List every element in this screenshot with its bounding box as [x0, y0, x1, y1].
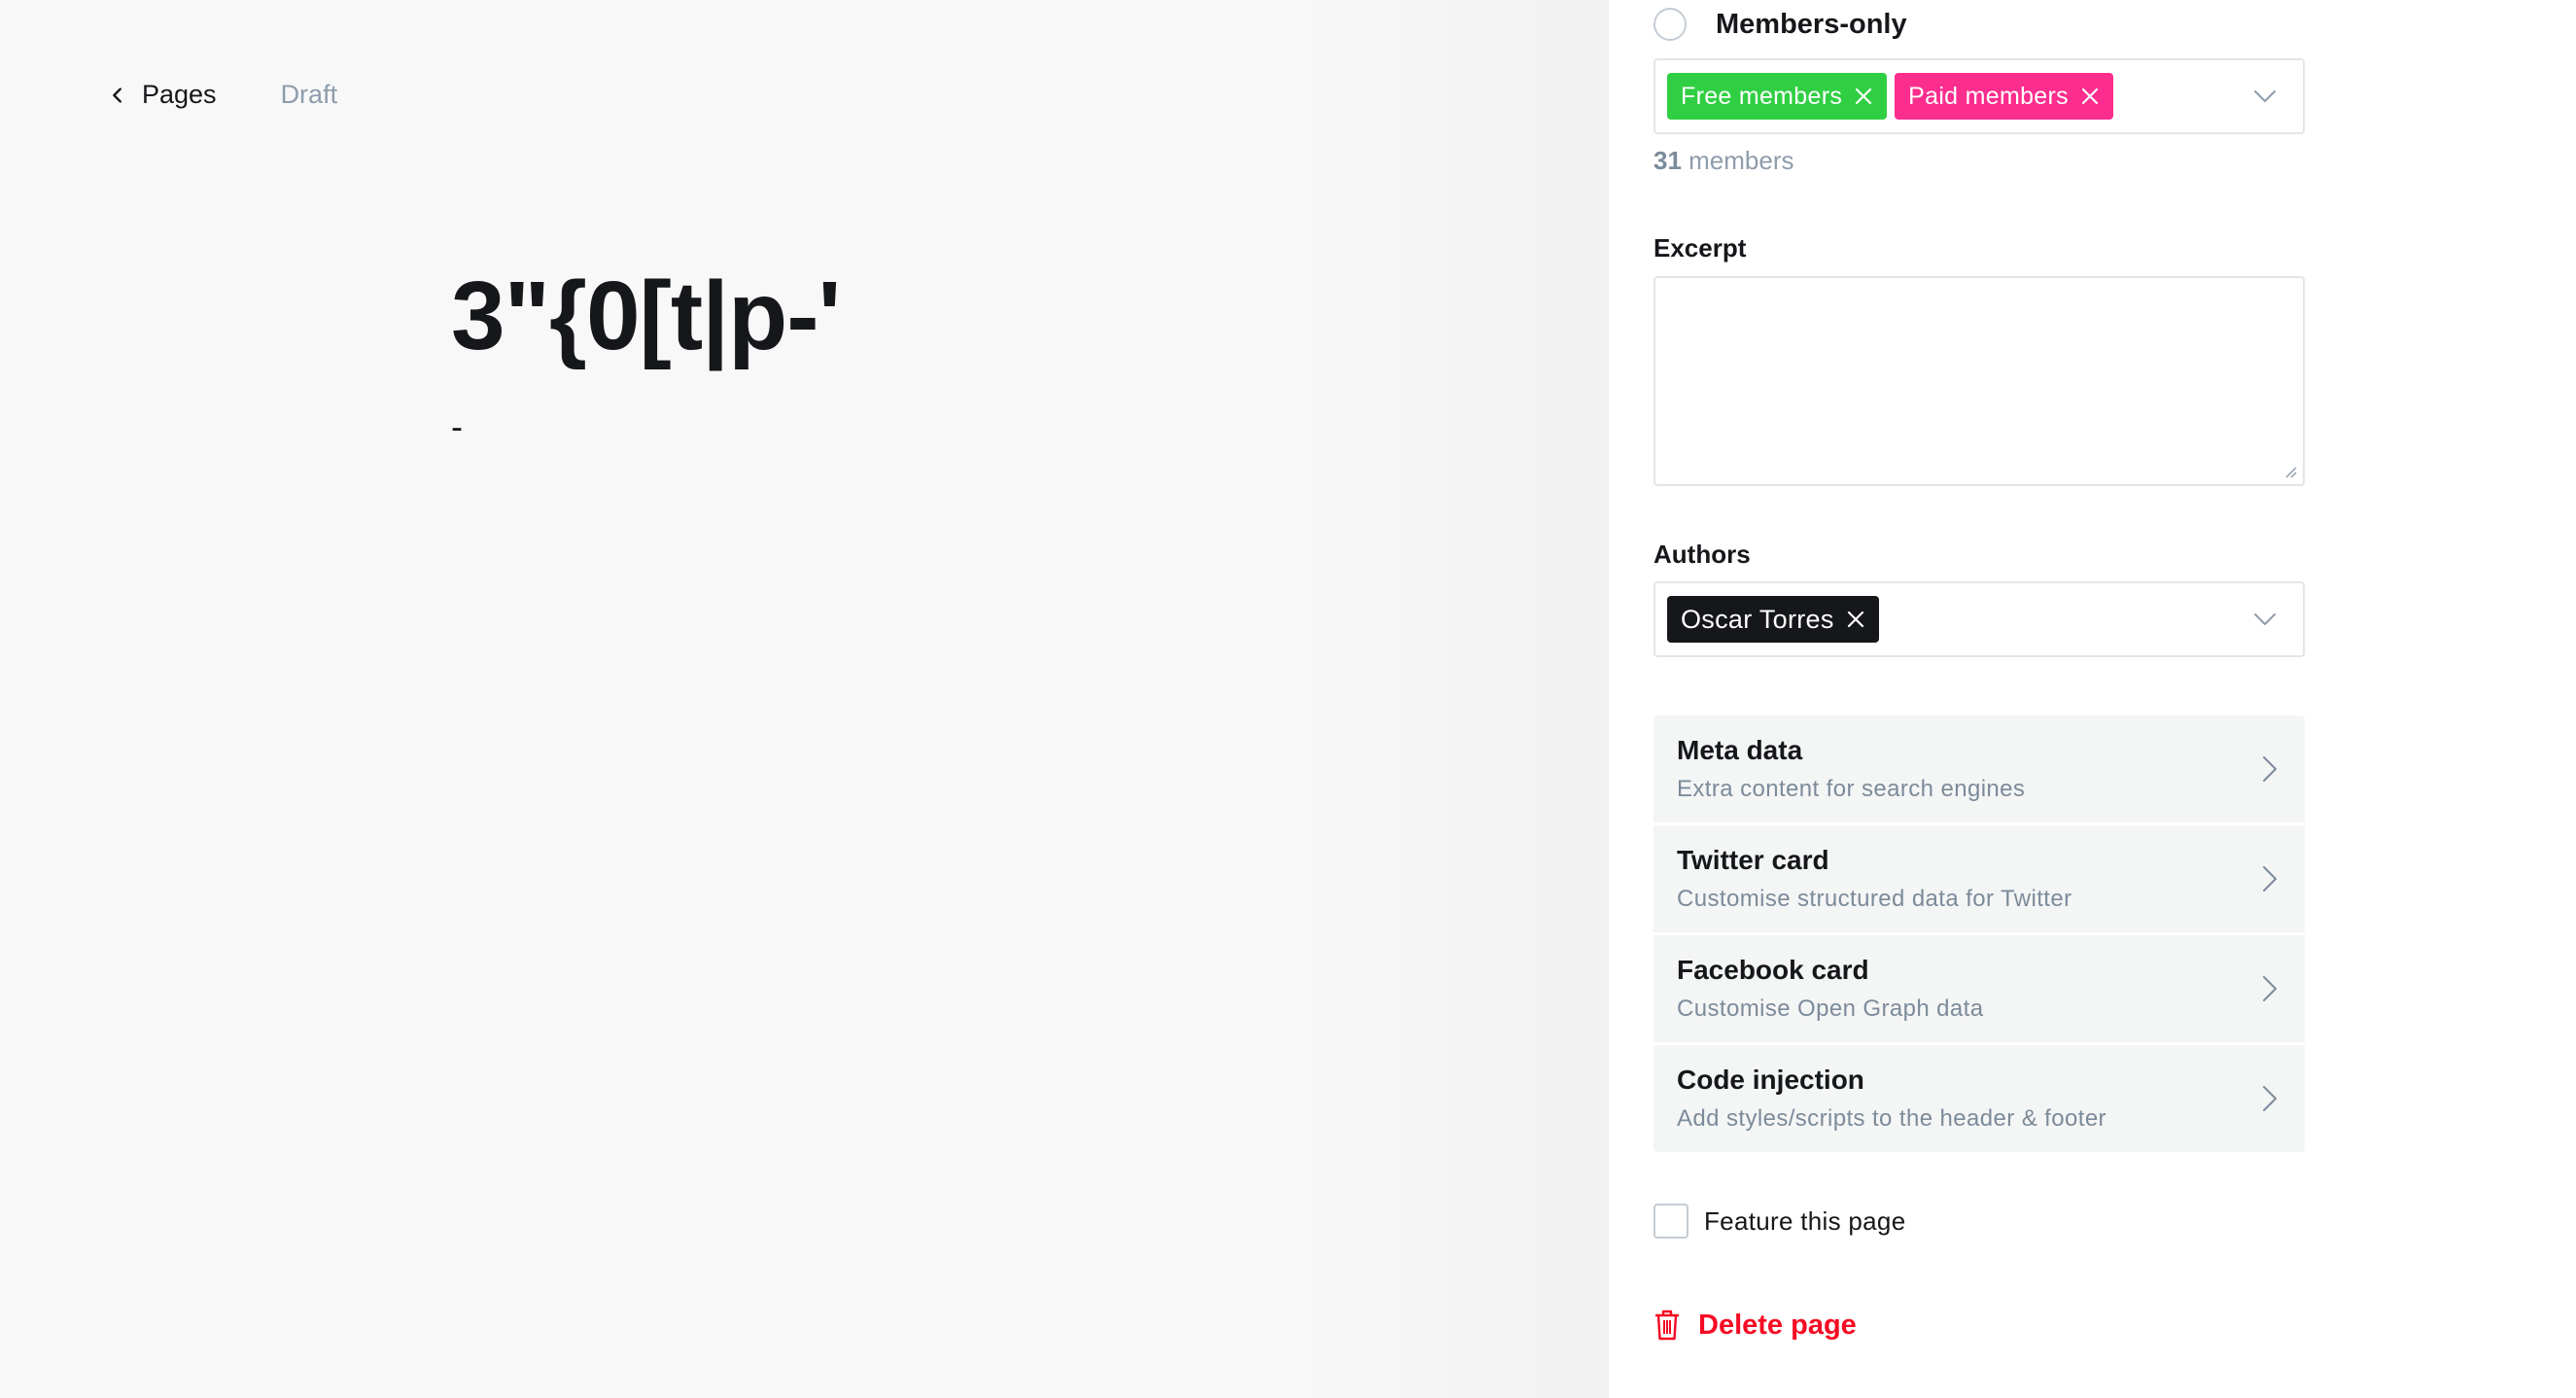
close-icon[interactable]: [2080, 87, 2100, 106]
excerpt-textarea[interactable]: [1654, 276, 2305, 486]
settings-nav-list: Meta data Extra content for search engin…: [1654, 716, 2305, 1155]
authors-select[interactable]: Oscar Torres: [1654, 581, 2305, 657]
excerpt-label: Excerpt: [1654, 233, 1747, 262]
member-count-number: 31: [1654, 146, 1682, 175]
chevron-down-icon[interactable]: [2252, 84, 2278, 109]
post-body[interactable]: -: [451, 406, 463, 447]
tag-label: Paid members: [1908, 82, 2069, 110]
delete-label: Delete page: [1698, 1309, 1857, 1341]
authors-label: Authors: [1654, 540, 1751, 569]
visibility-label: Members-only: [1716, 8, 1907, 40]
back-label: Pages: [142, 80, 217, 109]
chevron-down-icon[interactable]: [2252, 607, 2278, 632]
resize-handle-icon[interactable]: [2281, 463, 2297, 478]
settings-panel: Members-only Free members Paid members 3…: [1609, 0, 2576, 1398]
nav-item-title: Meta data: [1677, 735, 1803, 765]
nav-item-facebook-card[interactable]: Facebook card Customise Open Graph data: [1654, 935, 2305, 1042]
post-title[interactable]: 3"{0[t|p-': [451, 261, 841, 372]
tiers-select[interactable]: Free members Paid members: [1654, 58, 2305, 134]
nav-item-title: Twitter card: [1677, 845, 1829, 875]
nav-item-desc: Customise Open Graph data: [1677, 996, 1984, 1022]
trash-icon: [1655, 1310, 1679, 1341]
tag-paid-members: Paid members: [1895, 73, 2113, 120]
nav-item-twitter-card[interactable]: Twitter card Customise structured data f…: [1654, 825, 2305, 932]
visibility-option[interactable]: Members-only: [1654, 8, 1907, 41]
chevron-right-icon: [2263, 866, 2277, 891]
breadcrumb: Pages Draft: [107, 80, 337, 110]
chevron-right-icon: [2263, 756, 2277, 782]
nav-item-desc: Add styles/scripts to the header & foote…: [1677, 1105, 2106, 1132]
status-label: Draft: [280, 80, 338, 109]
chevron-left-icon: [113, 87, 122, 103]
nav-item-code-injection[interactable]: Code injection Add styles/scripts to the…: [1654, 1045, 2305, 1152]
nav-item-desc: Extra content for search engines: [1677, 776, 2026, 802]
tag-free-members: Free members: [1667, 73, 1888, 120]
member-count-suffix: members: [1681, 146, 1794, 175]
feature-checkbox[interactable]: [1654, 1204, 1688, 1239]
close-icon[interactable]: [1846, 610, 1865, 629]
feature-page-option[interactable]: Feature this page: [1654, 1204, 1905, 1239]
nav-item-desc: Customise structured data for Twitter: [1677, 886, 2072, 912]
chevron-right-icon: [2263, 976, 2277, 1001]
close-icon[interactable]: [1854, 87, 1873, 106]
visibility-radio[interactable]: [1654, 8, 1687, 41]
nav-item-title: Code injection: [1677, 1065, 1864, 1095]
author-name: Oscar Torres: [1681, 604, 1834, 634]
back-to-pages-link[interactable]: Pages: [107, 80, 217, 110]
nav-item-title: Facebook card: [1677, 955, 1869, 985]
delete-page-button[interactable]: Delete page: [1654, 1309, 1857, 1342]
feature-label: Feature this page: [1704, 1206, 1906, 1236]
member-count: 31 members: [1654, 146, 1794, 176]
editor-area: Pages Draft 3"{0[t|p-' -: [0, 0, 1609, 1398]
tag-label: Free members: [1681, 82, 1843, 110]
nav-item-meta-data[interactable]: Meta data Extra content for search engin…: [1654, 716, 2305, 822]
chevron-right-icon: [2263, 1086, 2277, 1111]
tag-author: Oscar Torres: [1667, 596, 1879, 643]
